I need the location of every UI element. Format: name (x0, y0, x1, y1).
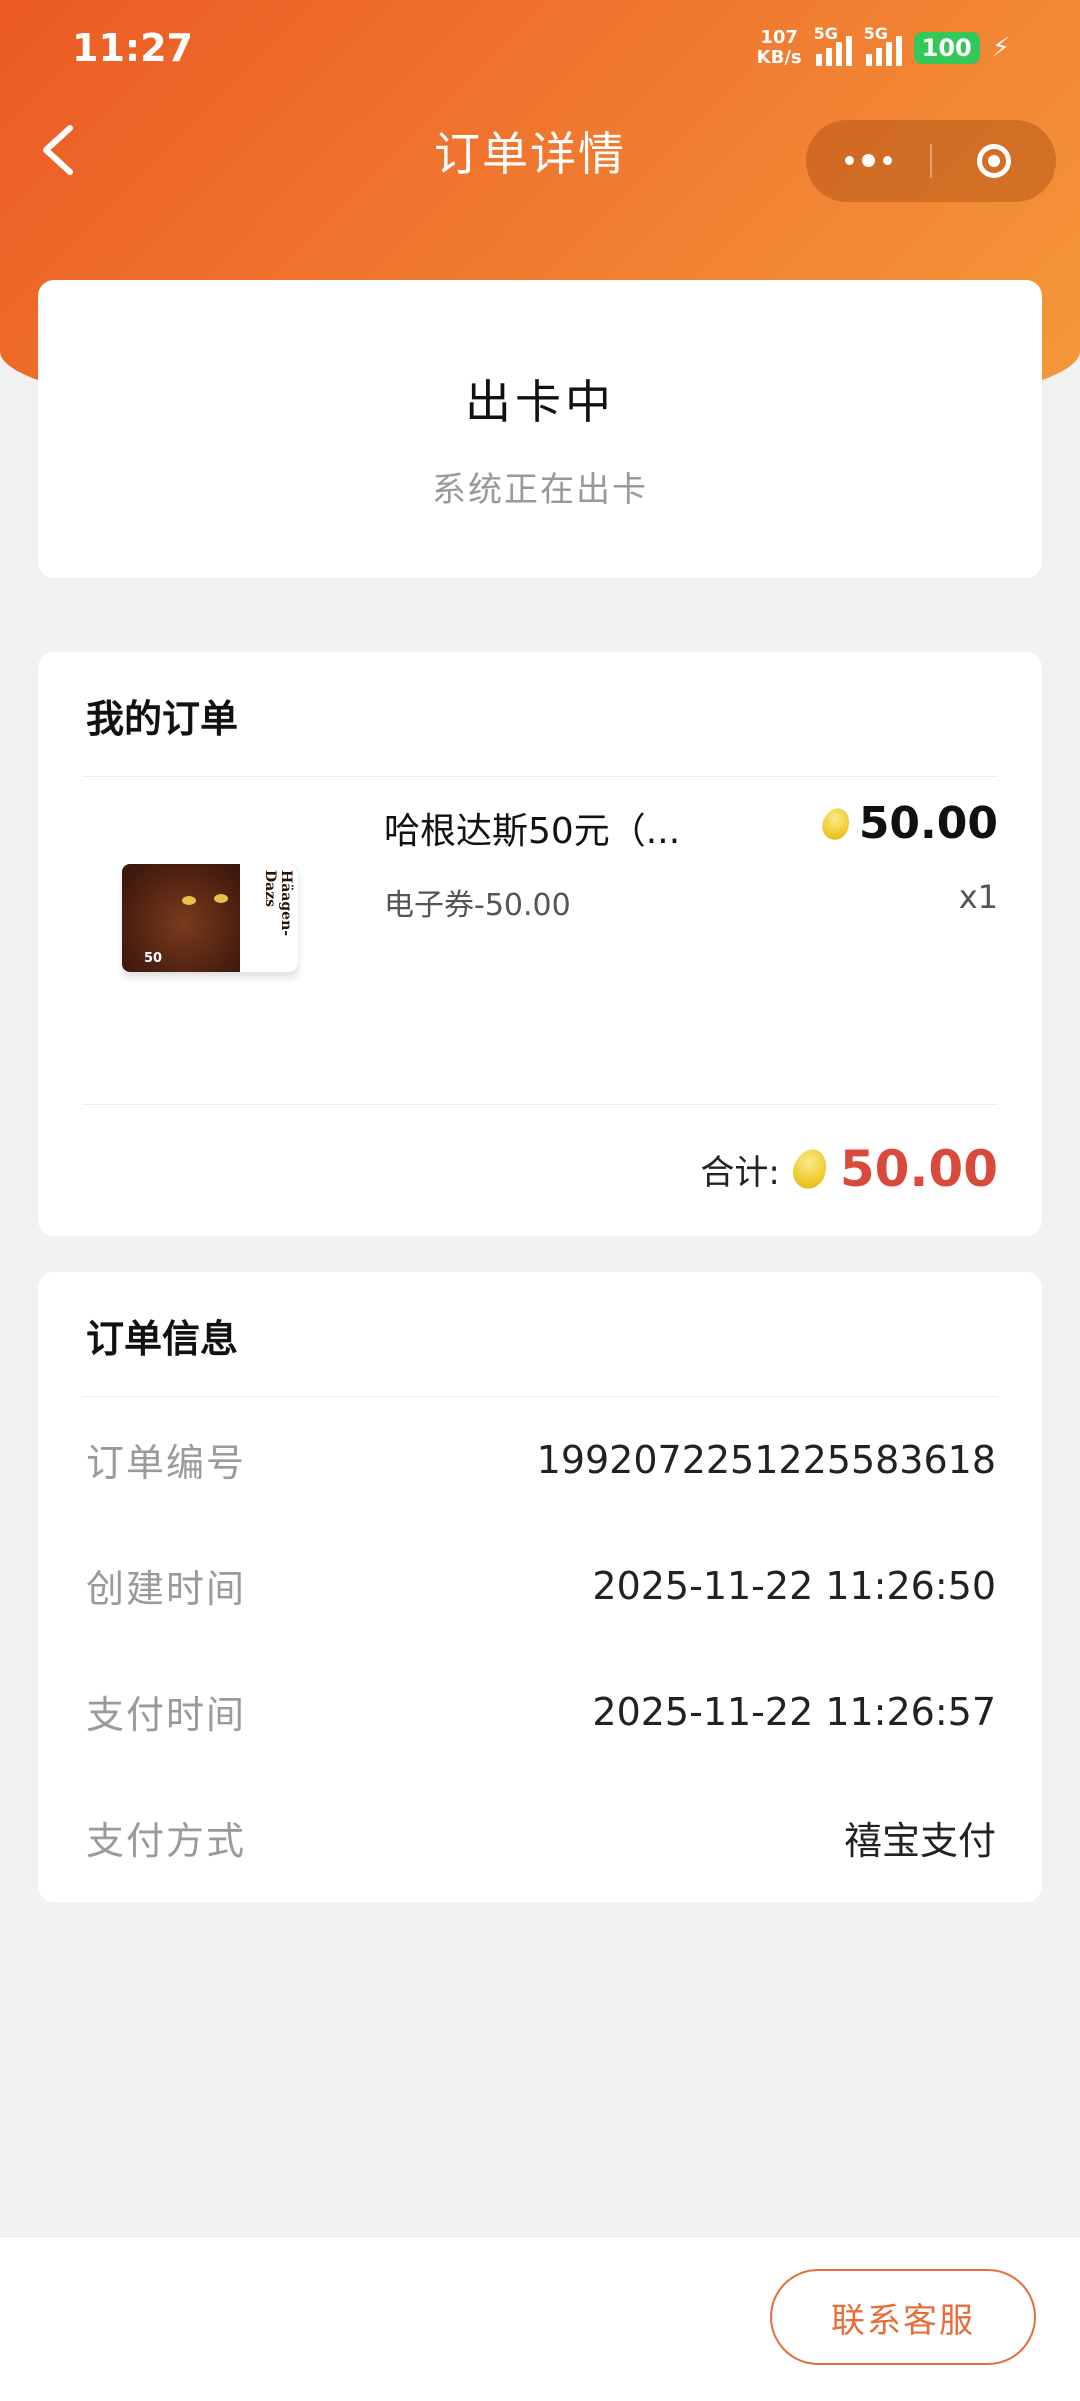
order-info-card: 订单信息 订单编号 1992072251225583618 创建时间 2025-… (38, 1272, 1042, 1902)
product-image-brand: Häagen-Dazs (262, 870, 294, 937)
total-amount: 50.00 (839, 1140, 998, 1198)
signal-icon-2: 5G (864, 24, 902, 66)
more-dots-icon (844, 155, 854, 165)
divider (82, 1104, 998, 1105)
info-row-created-time: 创建时间 2025-11-22 11:26:50 (86, 1563, 996, 1612)
total-label: 合计: (700, 1152, 780, 1193)
bottom-bar: 联系客服 (0, 2236, 1080, 2401)
order-status-title: 出卡中 (465, 375, 615, 429)
contact-service-button[interactable]: 联系客服 (770, 2269, 1036, 2365)
close-button[interactable] (932, 144, 1056, 178)
info-row-order-number: 订单编号 1992072251225583618 (86, 1437, 996, 1486)
order-info-title: 订单信息 (86, 1317, 239, 1361)
order-status-card: 出卡中 系统正在出卡 (38, 280, 1042, 578)
info-row-payment-method: 支付方式 禧宝支付 (86, 1819, 996, 1863)
product-image-value: 50 (144, 951, 163, 966)
product-spec: 电子券-50.00 (384, 888, 571, 923)
more-button[interactable] (806, 153, 930, 167)
order-status-subtitle: 系统正在出卡 (432, 470, 648, 510)
product-quantity: x1 (958, 878, 998, 916)
my-order-card: 我的订单 Häagen-Dazs 50 哈根达斯50元（... 50.00 电子… (38, 652, 1042, 1236)
order-total: 合计: 50.00 (700, 1140, 998, 1198)
divider (82, 776, 998, 777)
battery-icon: 100 (913, 32, 980, 64)
coin-icon (787, 1144, 832, 1194)
product-price: 50.00 (818, 798, 998, 849)
divider (82, 1396, 998, 1397)
status-bar: 11:27 107 KB/s 5G 5G 100 ⚡ (0, 0, 1080, 100)
coin-icon (818, 804, 854, 843)
target-icon (977, 144, 1011, 178)
info-row-paid-time: 支付时间 2025-11-22 11:26:57 (86, 1689, 996, 1738)
status-time: 11:27 (72, 26, 193, 70)
nav-bar: 订单详情 (0, 100, 1080, 202)
signal-icon: 5G (814, 24, 852, 66)
charging-icon: ⚡ (991, 33, 1010, 63)
product-image[interactable]: Häagen-Dazs 50 (122, 864, 298, 972)
system-icons: 107 KB/s 5G 5G 100 ⚡ (756, 24, 1010, 70)
product-name[interactable]: 哈根达斯50元（... (384, 802, 680, 854)
my-order-title: 我的订单 (86, 697, 239, 741)
network-speed: 107 KB/s (756, 27, 802, 68)
mini-program-capsule (806, 120, 1056, 202)
